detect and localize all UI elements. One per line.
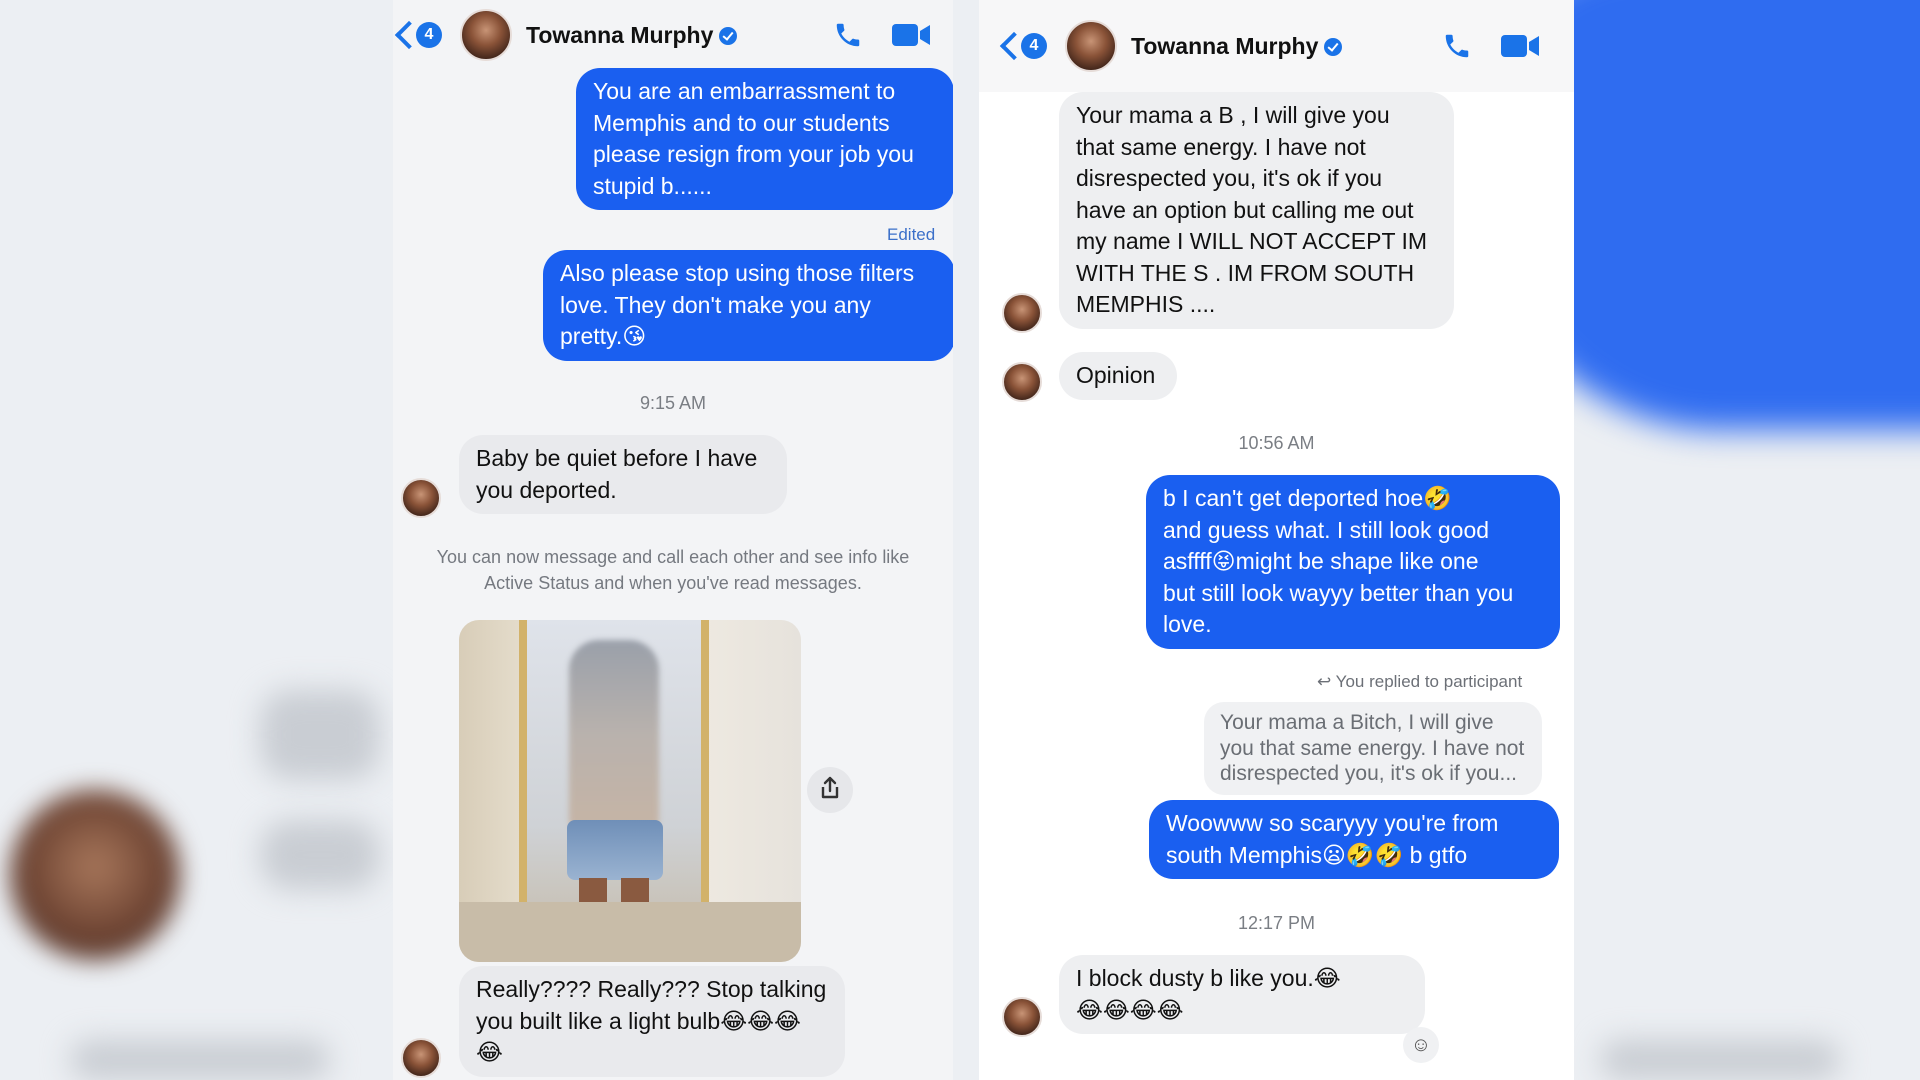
incoming-message[interactable]: Baby be quiet before I have you deported… [459, 435, 787, 514]
outgoing-message[interactable]: Also please stop using those filters lov… [543, 250, 953, 361]
replied-note-text: You replied to participant [1335, 672, 1523, 691]
outgoing-message[interactable]: Woowww so scaryyy you're from south Memp… [1149, 800, 1559, 879]
contact-avatar[interactable] [1065, 20, 1117, 72]
incoming-message[interactable]: Your mama a B , I will give you that sam… [1059, 92, 1454, 329]
header-actions [833, 20, 931, 50]
background-ghost-bar [70, 1040, 330, 1080]
verified-badge-icon [1324, 37, 1343, 56]
back-chevron-icon[interactable] [394, 19, 416, 51]
background-ghost-bar [260, 820, 380, 890]
chat-header: 4 Towanna Murphy [393, 0, 953, 70]
blurred-background [0, 0, 1920, 1080]
header-actions [1442, 31, 1540, 61]
outgoing-message[interactable]: b I can't get deported hoe🤣 and guess wh… [1146, 475, 1560, 649]
photo-figure-shorts [567, 820, 663, 880]
contact-name: Towanna Murphy [526, 21, 714, 48]
share-icon [819, 776, 841, 805]
outgoing-message[interactable]: You are an embarrassment to Memphis and … [576, 68, 953, 210]
message-timestamp: 9:15 AM [639, 393, 707, 413]
left-chat-screenshot: 4 Towanna Murphy You are an embarrassmen… [393, 0, 953, 1080]
share-button[interactable] [807, 767, 853, 813]
smiley-plus-icon: ☺ [1410, 1033, 1432, 1056]
video-call-icon[interactable] [891, 21, 931, 49]
contact-name-title[interactable]: Towanna Murphy [526, 21, 738, 49]
background-ghost-bar [1600, 1040, 1840, 1080]
system-notice: You can now message and call each other … [436, 547, 910, 593]
contact-name: Towanna Murphy [1131, 32, 1319, 59]
sender-avatar[interactable] [1002, 997, 1042, 1037]
photo-figure [569, 640, 659, 830]
video-call-icon[interactable] [1500, 32, 1540, 60]
message-timestamp: 12:17 PM [1237, 913, 1316, 933]
shared-photo[interactable] [459, 620, 801, 962]
contact-name-title[interactable]: Towanna Murphy [1131, 32, 1343, 60]
right-chat-screenshot: 4 Towanna Murphy Your mama a B , I will … [979, 0, 1574, 1080]
phone-icon[interactable] [833, 20, 863, 50]
chat-header: 4 Towanna Murphy [979, 0, 1574, 92]
back-button[interactable]: 4 [394, 19, 442, 51]
incoming-message[interactable]: I block dusty b like you.😂 😂😂😂😂 [1059, 955, 1425, 1034]
replied-note: ↩ You replied to participant [1317, 672, 1522, 692]
back-button[interactable]: 4 [999, 30, 1047, 62]
incoming-message[interactable]: Opinion [1059, 352, 1177, 400]
phone-icon[interactable] [1442, 31, 1472, 61]
back-chevron-icon[interactable] [999, 30, 1021, 62]
sender-avatar[interactable] [401, 1038, 441, 1078]
incoming-message[interactable]: Really???? Really??? Stop talking you bu… [459, 966, 845, 1077]
add-reaction-button[interactable]: ☺ [1403, 1027, 1439, 1063]
background-avatar-ghost [10, 790, 180, 960]
verified-badge-icon [719, 26, 738, 45]
sender-avatar[interactable] [1002, 293, 1042, 333]
quoted-message[interactable]: Your mama a Bitch, I will give you that … [1204, 702, 1542, 795]
background-ghost-bar [260, 690, 380, 780]
message-timestamp: 10:56 AM [1238, 433, 1315, 453]
sender-avatar[interactable] [401, 478, 441, 518]
edited-label: Edited [887, 225, 936, 244]
reply-arrow-icon: ↩ [1317, 672, 1332, 691]
sender-avatar[interactable] [1002, 362, 1042, 402]
photo-floor [459, 902, 801, 962]
contact-avatar[interactable] [460, 9, 512, 61]
